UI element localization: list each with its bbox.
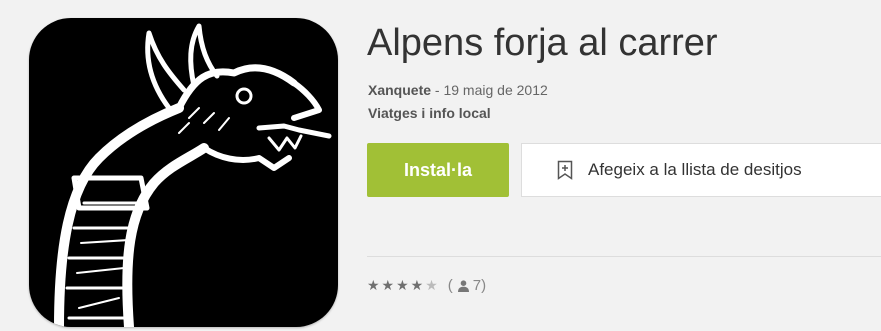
rating-count: ( 7 ): [448, 277, 486, 294]
rating: ★★★★★ ( 7 ): [367, 277, 486, 294]
stars-full: ★★★★: [367, 277, 426, 293]
app-meta: Xanquete - 19 maig de 2012: [368, 82, 548, 98]
publish-date: 19 maig de 2012: [443, 82, 548, 98]
app-title: Alpens forja al carrer: [367, 22, 718, 64]
category-link[interactable]: Viatges i info local: [368, 105, 491, 121]
install-button[interactable]: Instal·la: [367, 143, 509, 197]
star-rating: ★★★★★: [367, 277, 440, 294]
wishlist-label: Afegeix a la llista de desitjos: [588, 160, 802, 179]
dragon-head-icon: [54, 23, 332, 327]
count-close: ): [481, 277, 487, 294]
person-icon: [457, 279, 469, 292]
divider: [367, 256, 881, 257]
rating-count-value: 7: [472, 277, 482, 294]
app-icon: [29, 18, 338, 327]
developer-link[interactable]: Xanquete: [368, 82, 431, 98]
meta-separator: -: [431, 82, 444, 98]
bookmark-plus-icon: [557, 160, 573, 180]
wishlist-button[interactable]: Afegeix a la llista de desitjos: [521, 143, 881, 197]
star-half-icon: ★: [425, 277, 440, 293]
count-open: (: [447, 277, 453, 294]
